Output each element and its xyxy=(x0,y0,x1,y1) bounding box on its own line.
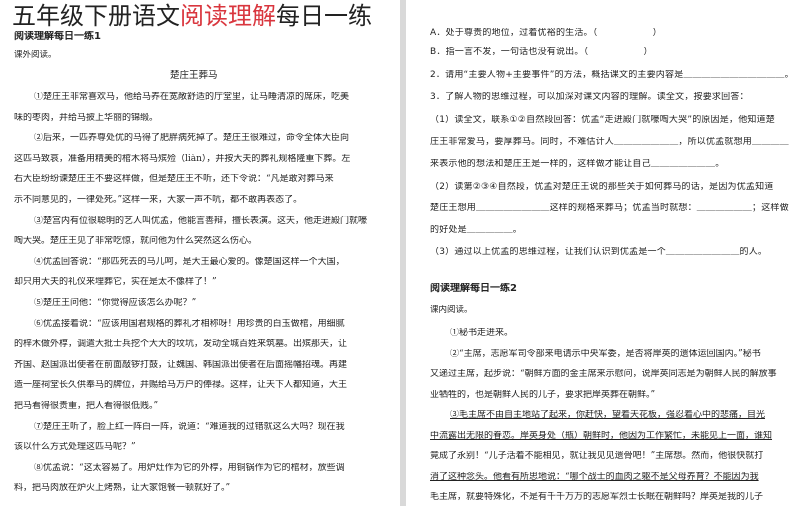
passage-line: 业牺牲的，也是朝鲜人民的儿子，要求把岸英葬在朝鲜。” xyxy=(430,389,656,400)
question-2: 2．请用“主要人物+主要事件”的方法，概括课文的主要内容是＿＿＿＿＿＿＿＿＿＿＿… xyxy=(430,70,794,80)
question-b: B．指一言不发，一句话也没有说出。（ ） xyxy=(430,47,653,57)
story-line: 的梓木做外椁，调遣大批士兵挖个大大的坟坑，发动全城百姓来筑墓。出殡那天，让 xyxy=(14,339,348,350)
story-line: 示不同意见的，一律处死。”这样一来，大家一声不吭，都不敢再表态了。 xyxy=(14,195,303,205)
title-highlight: 阅读理解 xyxy=(180,2,276,30)
story-line: 该以什么方式处理这匹马呢？” xyxy=(14,442,136,453)
question-3: 3．了解人物的思维过程，可以加深对课文内容的理解。读全文，按要求回答： xyxy=(430,92,749,102)
title-part3: 每日一练 xyxy=(276,2,372,30)
story-line: 右大臣纷纷谏楚庄王不要这样做，但是楚庄王不听，还下令说：“凡是敢对葬马来 xyxy=(14,174,334,185)
header-title: 五年级下册语文阅读理解每日一练 xyxy=(12,2,372,30)
story-line: 料，把马肉放在炉火上烤熟，让大家饱餐一顿就好了。” xyxy=(14,483,231,494)
story-line: ④优孟回答说：“那匹死去的马儿呵，是大王最心爱的。像楚国这样一个大国， xyxy=(34,256,345,267)
passage-line: 毛主席，就要特殊化，不是有千千万万的志愿军烈士长眠在朝鲜吗？岸英是我的儿子 xyxy=(430,492,764,502)
passage-line: ①秘书走进来。 xyxy=(450,328,514,338)
question-3-2-line2: 楚庄王想用＿＿＿＿＿＿＿＿这样的规格来葬马；优孟当时就想：＿＿＿＿＿＿；这样做 xyxy=(430,203,789,213)
passage-line: 竟成了永别！“儿子活着不能相见，就让我见见遗骨吧！”主席想。然而，他很快就打 xyxy=(430,451,764,461)
left-page: 五年级下册语文阅读理解每日一练 阅读理解每日一练1 课外阅读。 楚庄王葬马 ①楚… xyxy=(0,0,400,506)
story-line: ⑦楚庄王听了，脸上红一阵白一阵，说道：“难道我的过错就这么大吗？现在我 xyxy=(34,421,345,432)
story-line: ⑤楚庄王问他：“你觉得应该怎么办呢？” xyxy=(34,298,197,308)
exercise1-heading: 阅读理解每日一练1 xyxy=(14,31,101,42)
story-line: ②后来，一匹养尊处优的马得了肥胖病死掉了。楚庄王很难过，命令全体大臣向 xyxy=(34,133,350,144)
exercise1-intro: 课外阅读。 xyxy=(14,50,57,60)
question-3-2-line1: （2）读第②③④自然段，优孟对楚庄王说的那些关于如何葬马的话，是因为优孟知道 xyxy=(430,182,774,192)
exercise2-intro: 课内阅读。 xyxy=(430,305,473,315)
story-line: ①楚庄王非常喜欢马，他给马养在宽敞舒适的厅堂里，让马睡清凉的席床，吃美 xyxy=(34,92,350,102)
story-line: 把马看得很贵重，把人看得很低贱。” xyxy=(14,401,159,411)
right-page: A．处于尊贵的地位，过着优裕的生活。（ ） B．指一言不发，一句话也没有说出。（… xyxy=(406,0,800,506)
question-3-1-line2: 庄王非常爱马，要厚葬马。同时，不难估计人＿＿＿＿＿＿＿，所以优孟就想用＿＿＿＿ xyxy=(430,137,789,147)
passage-line: ②“主席，志愿军司令部来电请示中央军委，是否将岸英的遗体运回国内。”秘书 xyxy=(450,348,761,359)
passage-line: 又递过主席，起步说：“朝鲜方面的金主席来示慰问，说岸英同志是为朝鲜人民的解放事 xyxy=(430,369,777,379)
story-line: ③楚宫内有位很聪明的艺人叫优孟，他能言善辩，擅长表演。这天，他走进殿门就嚎 xyxy=(34,215,368,226)
story-line: ⑧优孟说：“这太容易了。用炉灶作为它的外椁，用铜锅作为它的棺材，放些调 xyxy=(34,462,345,473)
question-a: A．处于尊贵的地位，过着优裕的生活。（ ） xyxy=(430,28,662,38)
story-line: 味的枣肉，并给马披上华丽的锦缎。 xyxy=(14,112,159,123)
story-line: 却只用大夫的礼仪来埋葬它，实在是太不像样了！” xyxy=(14,277,217,288)
story-title: 楚庄王葬马 xyxy=(170,70,218,81)
passage-line: 中流露出无限的眷恋。岸英身处（瓶）朝鲜时，他因为工作繁忙，未能见上一面，谁知 xyxy=(430,430,773,441)
exercise2-heading: 阅读理解每日一练2 xyxy=(430,283,517,294)
question-3-3: （3）通过以上优孟的思维过程，让我们认识到优孟是一个＿＿＿＿＿＿＿＿的人。 xyxy=(430,247,768,257)
story-line: 啕大哭。楚庄王见了非常吃惊，就问他为什么突然这么伤心。 xyxy=(14,236,258,247)
question-3-1-line3: 来表示他的想法和楚庄王是一样的，这样做才能让自己＿＿＿＿＿＿＿。 xyxy=(430,159,725,169)
story-line: ⑥优孟接着说：“应该用国君规格的葬礼才相称呀！用珍贵的白玉做棺，用细腻 xyxy=(34,318,345,329)
passage-line: ③毛主席不由自主地站了起来，你赶快，望着天花板，强忍着心中的悲痛，目光 xyxy=(450,410,766,420)
story-line: 造一座祠堂长久供奉马的牌位，并赐给马万户的俸禄。这样，让天下人都知道，大王 xyxy=(14,380,348,391)
story-line: 这匹马致哀，准备用精美的棺木将马殡殓（liàn），并按大夫的葬礼规格隆重下葬。左 xyxy=(14,153,351,164)
title-part1: 五年级下册语文 xyxy=(12,2,180,30)
question-3-1-line1: （1）读全文，联系①②自然段回答：优孟“走进殿门就嚎啕大哭”的原因是，他知道楚 xyxy=(430,115,775,125)
passage-line: 消了这种念头。他看有所思地说：“哪个战士的血肉之躯不是父母养育？不能因为我 xyxy=(430,471,759,482)
story-line: 齐国、赵国派出使者在前面敲锣打鼓，让魏国、韩国派出使者在后面摇幡招魂。再建 xyxy=(14,359,348,370)
question-3-2-line3: 的好处是＿＿＿＿＿。 xyxy=(430,225,523,235)
